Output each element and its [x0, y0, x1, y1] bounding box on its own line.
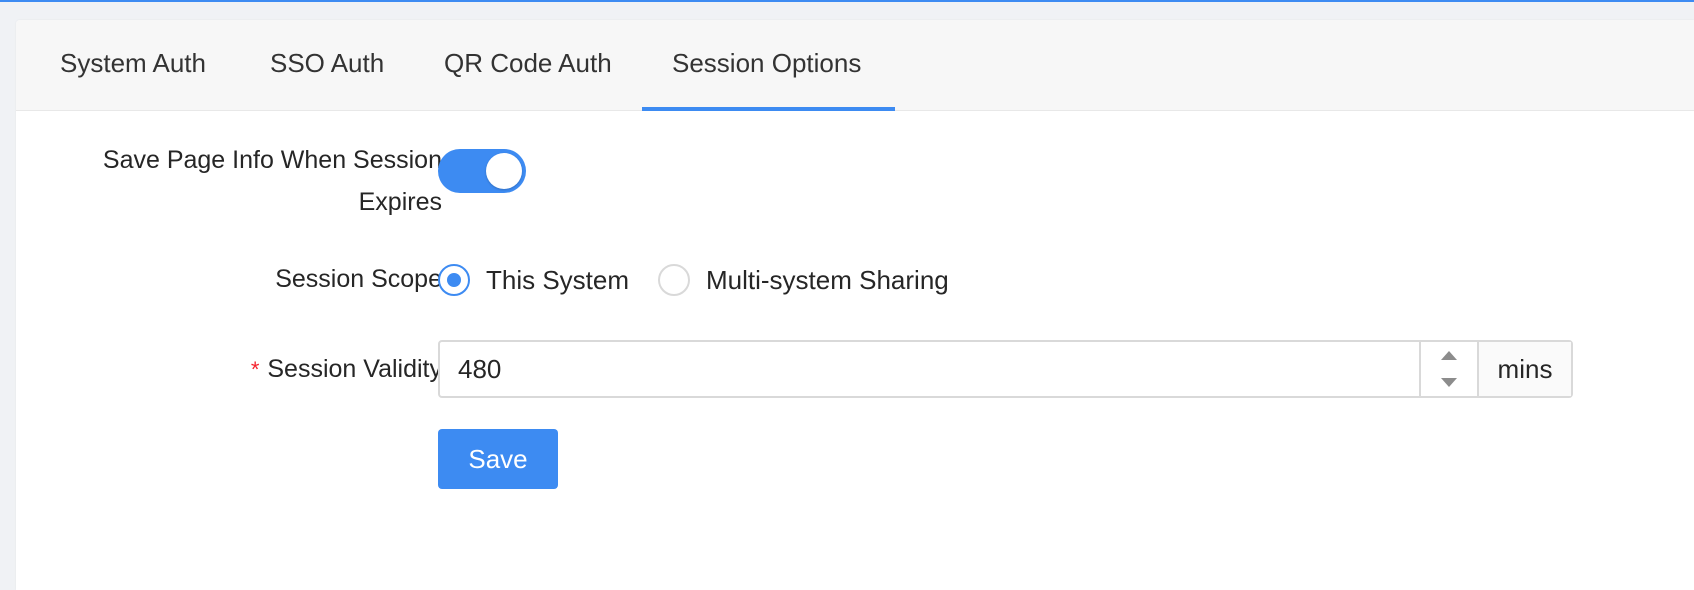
settings-card: System Auth SSO Auth QR Code Auth Sessio…: [16, 20, 1694, 590]
tab-session-options[interactable]: Session Options: [672, 20, 861, 111]
active-tab-indicator: [642, 107, 895, 111]
top-accent-line: [0, 0, 1694, 2]
session-validity-input[interactable]: [440, 342, 1419, 396]
caret-down-icon: [1441, 378, 1457, 387]
radio-checked-icon: [438, 264, 470, 296]
session-scope-label: Session Scope: [275, 265, 442, 293]
toggle-knob: [486, 153, 522, 189]
decrement-button[interactable]: [1421, 369, 1477, 396]
save-button[interactable]: Save: [438, 429, 558, 489]
radio-this-system-label: This System: [486, 264, 630, 295]
tab-sso-auth[interactable]: SSO Auth: [270, 20, 384, 111]
tab-system-auth[interactable]: System Auth: [60, 20, 206, 111]
radio-this-system[interactable]: This System: [438, 262, 629, 298]
radio-multi-system-sharing[interactable]: Multi-system Sharing: [658, 262, 949, 298]
session-validity-label: * Session Validity: [250, 355, 442, 383]
increment-button[interactable]: [1421, 342, 1477, 369]
number-stepper: [1419, 342, 1477, 396]
save-page-info-toggle[interactable]: [438, 149, 526, 193]
tab-qr-code-auth[interactable]: QR Code Auth: [444, 20, 612, 111]
session-validity-field: mins: [438, 340, 1573, 398]
radio-unchecked-icon: [658, 264, 690, 296]
unit-addon: mins: [1477, 342, 1571, 396]
required-asterisk: *: [250, 357, 260, 382]
radio-multi-system-sharing-label: Multi-system Sharing: [706, 264, 949, 295]
caret-up-icon: [1441, 351, 1457, 360]
save-page-info-label: Save Page Info When Session Expires: [102, 146, 442, 216]
tab-bar: System Auth SSO Auth QR Code Auth Sessio…: [16, 20, 1694, 111]
